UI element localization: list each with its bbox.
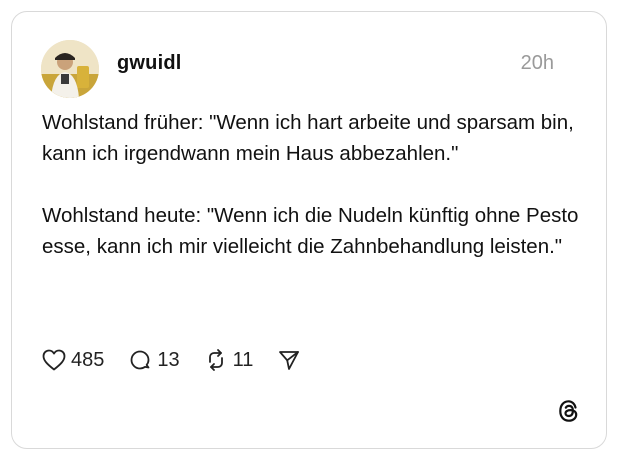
share-button[interactable] bbox=[277, 348, 301, 372]
threads-logo-icon bbox=[556, 398, 582, 424]
avatar-photo bbox=[41, 40, 99, 98]
username[interactable]: gwuidl bbox=[117, 52, 182, 75]
paper-plane-icon bbox=[279, 351, 300, 370]
like-count: 485 bbox=[71, 348, 105, 371]
timestamp: 20h bbox=[520, 52, 554, 74]
post-card: gwuidl 20h Wohlstand früher: "Wenn ich h… bbox=[11, 11, 607, 449]
repost-count: 11 bbox=[232, 348, 254, 371]
reply-button[interactable]: 13 bbox=[128, 348, 180, 372]
heart-icon bbox=[42, 349, 66, 371]
speech-bubble-icon bbox=[130, 350, 150, 370]
repost-arrows-icon bbox=[208, 349, 223, 371]
repost-button[interactable]: 11 bbox=[204, 348, 254, 372]
action-bar: 485 13 11 bbox=[42, 346, 325, 374]
like-button[interactable]: 485 bbox=[42, 349, 104, 372]
reply-count: 13 bbox=[157, 348, 180, 371]
post-paragraph: Wohlstand früher: "Wenn ich hart arbeite… bbox=[42, 111, 574, 165]
avatar[interactable] bbox=[41, 40, 99, 98]
post-text: Wohlstand früher: "Wenn ich hart arbeite… bbox=[42, 107, 582, 262]
post-paragraph: Wohlstand heute: "Wenn ich die Nudeln kü… bbox=[42, 204, 579, 258]
